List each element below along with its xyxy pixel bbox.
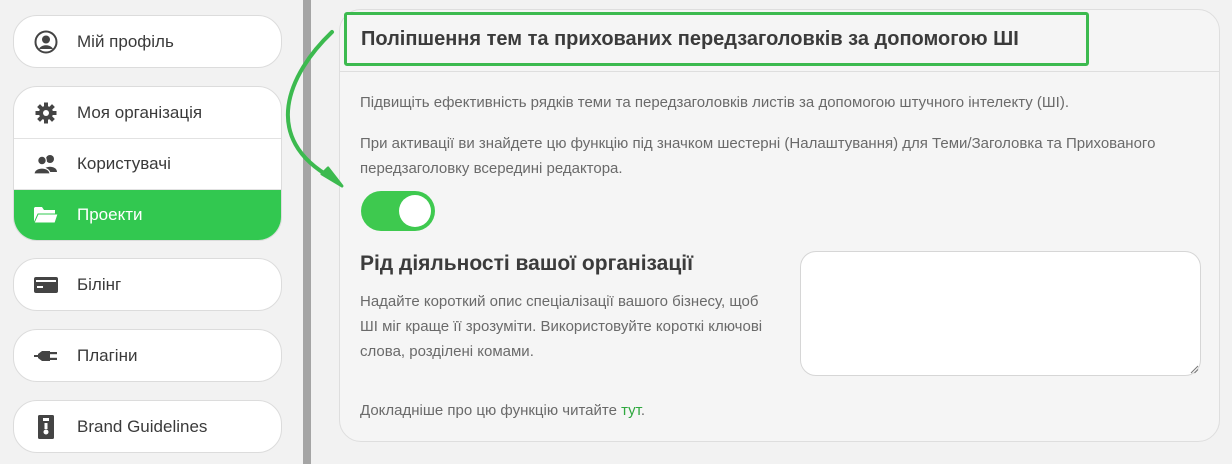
sidebar-item-label: Моя організація <box>77 102 203 122</box>
more-info-link[interactable]: тут <box>621 402 641 419</box>
plug-icon <box>33 343 59 369</box>
sidebar-item-label: Brand Guidelines <box>77 416 208 436</box>
sidebar-item-organization[interactable]: Моя організація <box>14 87 281 138</box>
brand-card: Brand Guidelines <box>13 400 282 453</box>
more-info-suffix: . <box>640 402 646 419</box>
sidebar-item-brand-guidelines[interactable]: Brand Guidelines <box>14 401 281 452</box>
users-icon <box>33 151 59 177</box>
credit-card-icon <box>33 272 59 298</box>
gear-icon <box>33 100 59 126</box>
document-icon <box>33 414 59 440</box>
more-info-prefix: Докладніше про цю функцію читайте <box>360 402 622 419</box>
sidebar: Мій профіль Моя організація Користувачі … <box>0 0 303 464</box>
sidebar-item-plugins[interactable]: Плагіни <box>14 330 281 381</box>
sidebar-item-label: Користувачі <box>77 154 171 173</box>
organization-card: Моя організація Користувачі Проекти <box>13 86 282 241</box>
sidebar-item-users[interactable]: Користувачі <box>14 138 281 189</box>
resize-grip-icon[interactable] <box>1189 364 1199 374</box>
sidebar-item-billing[interactable]: Білінг <box>14 259 281 310</box>
panel-header: Поліпшення тем та прихованих передзаголо… <box>340 10 1219 72</box>
profile-card: Мій профіль <box>13 15 282 68</box>
ai-settings-panel: Поліпшення тем та прихованих передзаголо… <box>339 9 1220 442</box>
feature-description: Підвищіть ефективність рядків теми та пе… <box>360 94 1069 111</box>
plugins-card: Плагіни <box>13 329 282 382</box>
panel-title-highlight: Поліпшення тем та прихованих передзаголо… <box>344 12 1089 66</box>
sidebar-item-label: Білінг <box>77 274 122 294</box>
business-section-help: Надайте короткий опис спеціалізації вашо… <box>360 293 763 360</box>
sidebar-item-label: Мій профіль <box>77 31 174 51</box>
panel-title: Поліпшення тем та прихованих передзаголо… <box>361 27 1019 50</box>
sidebar-item-profile[interactable]: Мій профіль <box>14 16 281 67</box>
billing-card: Білінг <box>13 258 282 311</box>
business-description-input[interactable] <box>800 251 1201 376</box>
feature-location-note: При активації ви знайдете цю функцію під… <box>360 135 1156 177</box>
business-section-title: Рід діяльності вашої організації <box>360 252 694 275</box>
sidebar-item-projects[interactable]: Проекти <box>14 189 281 240</box>
sidebar-item-label: Проекти <box>77 205 143 224</box>
more-info-text: Докладніше про цю функцію читайте тут. <box>360 402 645 419</box>
sidebar-divider <box>303 0 311 464</box>
ai-feature-toggle[interactable] <box>361 191 435 231</box>
sidebar-item-label: Плагіни <box>77 345 138 365</box>
user-circle-icon <box>33 29 59 55</box>
folder-icon <box>33 202 59 228</box>
toggle-knob <box>399 195 431 227</box>
